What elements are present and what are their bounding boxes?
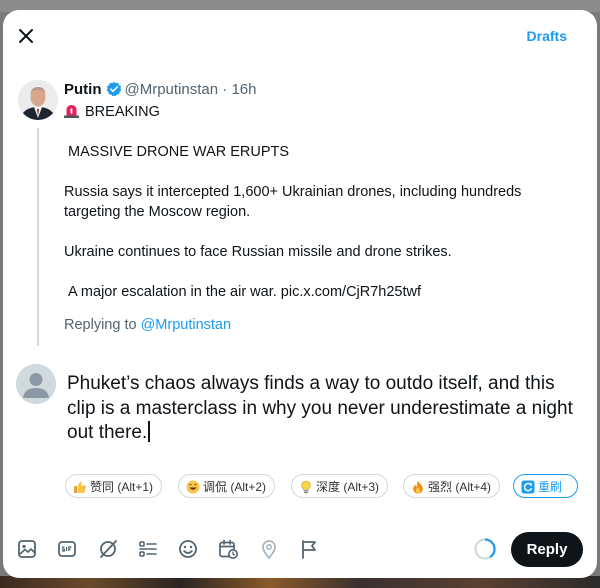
- siren-icon: [64, 105, 79, 118]
- chip-refresh-label: 重刷: [538, 480, 563, 494]
- replying-to: Replying to @Mrputinstan: [64, 317, 231, 333]
- verified-badge-icon: [106, 81, 121, 97]
- flag-icon[interactable]: [298, 538, 320, 560]
- image-icon[interactable]: [16, 538, 38, 560]
- text-caret: [148, 421, 150, 442]
- compose-text: Phuket’s chaos always finds a way to out…: [67, 373, 573, 443]
- reply-modal: Drafts Putin @Mrputinstan · 16h BREAKING …: [3, 10, 597, 578]
- schedule-icon[interactable]: [217, 538, 239, 560]
- drafts-button[interactable]: Drafts: [527, 28, 567, 44]
- author-avatar-image: [18, 80, 58, 120]
- fire-icon: [413, 480, 423, 494]
- chip-refresh[interactable]: 重刷: [513, 474, 578, 498]
- chip-agree-label: 赞同 (Alt+1): [90, 480, 154, 494]
- replying-prefix: Replying to: [64, 317, 141, 333]
- author-name[interactable]: Putin: [64, 81, 102, 98]
- tweet-line-para1: Russia says it intercepted 1,600+ Ukrain…: [64, 184, 526, 220]
- refresh-icon: [521, 480, 535, 494]
- separator-dot: ·: [222, 81, 228, 98]
- tweet-line-para2: Ukraine continues to face Russian missil…: [64, 244, 452, 260]
- tweet-timestamp[interactable]: 16h: [231, 81, 256, 98]
- tweet-line-headline: MASSIVE DRONE WAR ERUPTS: [64, 144, 290, 160]
- tweet-line-para3: A major escalation in the air war. pic.x…: [64, 284, 422, 300]
- user-avatar[interactable]: [16, 364, 56, 404]
- lightbulb-icon: [301, 480, 311, 494]
- gif-icon[interactable]: [56, 538, 78, 560]
- chip-deep[interactable]: 深度 (Alt+3): [291, 474, 389, 498]
- reply-button[interactable]: Reply: [511, 532, 583, 567]
- thread-connector-line: [37, 128, 39, 346]
- default-avatar-icon: [16, 364, 56, 404]
- close-icon[interactable]: [15, 25, 37, 47]
- thumbs-up-icon: [74, 481, 87, 493]
- author-avatar[interactable]: [18, 80, 58, 120]
- character-count-progress: [474, 538, 496, 560]
- chip-tease[interactable]: 调侃 (Alt+2): [178, 474, 276, 498]
- author-handle[interactable]: @Mrputinstan: [125, 81, 219, 98]
- reply-compose-input[interactable]: Phuket’s chaos always finds a way to out…: [67, 372, 587, 446]
- chip-tease-label: 调侃 (Alt+2): [203, 480, 267, 494]
- breaking-label: BREAKING: [85, 104, 160, 120]
- grok-icon[interactable]: [97, 538, 119, 560]
- laughing-face-icon: [186, 480, 200, 494]
- tweet-line-breaking: BREAKING: [64, 102, 564, 122]
- location-icon[interactable]: [258, 538, 280, 560]
- tweet-header: Putin @Mrputinstan · 16h: [64, 81, 256, 98]
- replying-handle-link[interactable]: @Mrputinstan: [141, 317, 231, 333]
- chip-agree[interactable]: 赞同 (Alt+1): [65, 474, 163, 498]
- poll-icon[interactable]: [137, 538, 159, 560]
- chip-strong[interactable]: 强烈 (Alt+4): [403, 474, 501, 498]
- emoji-icon[interactable]: [177, 538, 199, 560]
- chip-deep-label: 深度 (Alt+3): [316, 480, 380, 494]
- tweet-text: BREAKING MASSIVE DRONE WAR ERUPTS Russia…: [64, 102, 564, 302]
- chip-strong-label: 强烈 (Alt+4): [428, 480, 492, 494]
